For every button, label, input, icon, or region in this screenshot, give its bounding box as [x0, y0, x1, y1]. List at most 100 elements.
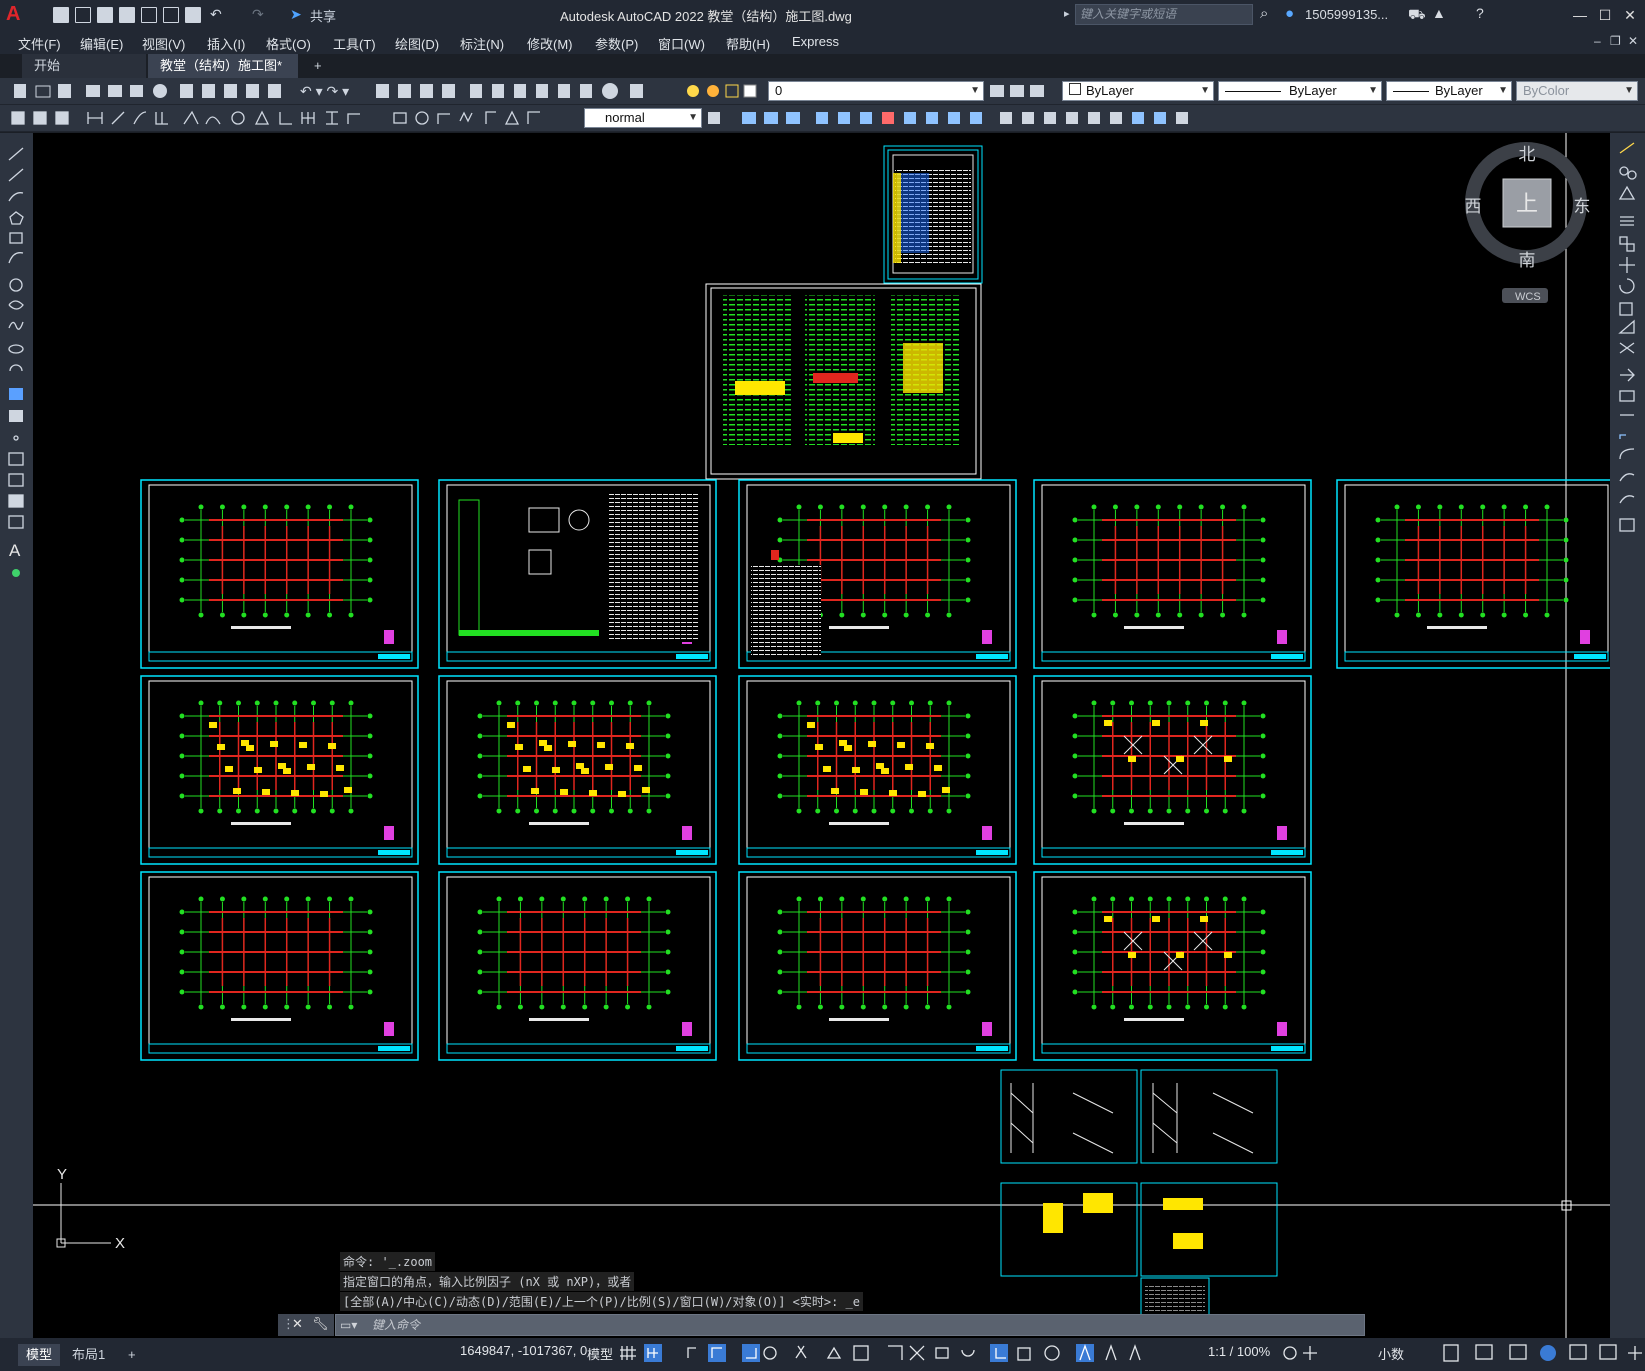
autodesk-a360-icon[interactable]: ▲	[1432, 5, 1446, 21]
standard-toolbar-icons[interactable]: ↶ ▾ ↷ ▾	[8, 82, 668, 100]
chevron-down-icon: ▼	[970, 85, 980, 96]
ucs-y-label: Y	[57, 1166, 67, 1183]
status-right-icons[interactable]	[1440, 1342, 1645, 1364]
menu-express[interactable]: Express	[792, 34, 839, 49]
dimension-toolbar-icons[interactable]	[8, 109, 578, 127]
lineweight-dropdown[interactable]: ByLayer ▼	[1386, 81, 1512, 101]
close-icon[interactable]: ✕	[1618, 4, 1642, 26]
tab-model[interactable]: 模型	[18, 1344, 61, 1366]
user-name[interactable]: 1505999135...	[1305, 7, 1388, 22]
modify-tool-icons[interactable]	[1610, 133, 1645, 533]
customize-wrench-icon[interactable]: 🔧︎	[312, 1316, 329, 1332]
plotstyle-dropdown[interactable]: ByColor ▼	[1516, 81, 1638, 101]
doc-close-icon[interactable]: ✕	[1628, 34, 1638, 48]
command-input[interactable]: 键入命令	[335, 1314, 1365, 1336]
menu-tools[interactable]: 工具(T)	[333, 34, 376, 53]
color-dropdown[interactable]: ByLayer ▼	[1062, 81, 1214, 101]
drawing-canvas[interactable]: 上 北 南 东 西 WCS Y X	[33, 133, 1610, 1338]
sheet-stair-details	[1000, 1069, 1278, 1327]
command-history-line: 指定窗口的角点，输入比例因子 (nX 或 nXP)，或者	[340, 1272, 635, 1291]
units-readout[interactable]: 小数	[1378, 1344, 1404, 1363]
menu-window[interactable]: 窗口(W)	[658, 34, 705, 53]
tab-layout1[interactable]: 布局1	[64, 1344, 113, 1366]
menu-file[interactable]: 文件(F)	[18, 34, 61, 53]
window-title: Autodesk AutoCAD 2022 教堂（结构）施工图.dwg	[560, 9, 852, 24]
status-toggle-icons[interactable]	[618, 1342, 1228, 1364]
drawing-sheet	[738, 479, 1017, 669]
modify-toolbar-icons[interactable]	[706, 109, 1216, 127]
open-file-icon[interactable]	[74, 6, 92, 24]
layer-dropdown[interactable]: 0 ▼	[768, 81, 984, 101]
undo-icon[interactable]: ↶	[210, 6, 228, 24]
menu-insert[interactable]: 插入(I)	[207, 34, 245, 53]
menu-draw[interactable]: 绘图(D)	[395, 34, 439, 53]
dimstyle-value: normal	[605, 110, 645, 125]
search-icon[interactable]: ⌕	[1260, 5, 1268, 22]
menu-dimension[interactable]: 标注(N)	[460, 34, 504, 53]
chevron-down-icon: ▼	[1200, 85, 1210, 96]
viewcube-east: 东	[1574, 197, 1591, 216]
layer-state-icons[interactable]	[686, 82, 766, 100]
save-as-icon[interactable]	[118, 6, 136, 24]
menu-parametric[interactable]: 参数(P)	[595, 34, 638, 53]
share-label[interactable]: 共享	[310, 6, 336, 25]
cart-icon[interactable]: ⛟	[1408, 6, 1426, 25]
drawing-sheet	[1033, 479, 1312, 669]
tab-document[interactable]: 教堂（结构）施工图* ×	[148, 54, 298, 97]
doc-minimize-icon[interactable]: –	[1594, 34, 1601, 48]
layer-value: 0	[775, 83, 783, 98]
menu-view[interactable]: 视图(V)	[142, 34, 185, 53]
menu-format[interactable]: 格式(O)	[266, 34, 311, 53]
title-bar: A ↶ ↷ ➤ 共享 Autodesk AutoCAD 2022 教堂（结构）施…	[0, 0, 1645, 30]
menu-edit[interactable]: 编辑(E)	[80, 34, 123, 53]
doc-restore-icon[interactable]: ❐	[1610, 34, 1621, 48]
open-from-web-icon[interactable]	[140, 6, 158, 24]
search-input[interactable]: 键入关键字或短语	[1075, 4, 1253, 25]
add-layout-button[interactable]: +	[120, 1344, 144, 1366]
command-prompt-icon[interactable]: ▭▾	[340, 1318, 357, 1332]
drawing-sheet	[1033, 871, 1312, 1061]
model-space-drawing[interactable]: 上 北 南 东 西 WCS Y X	[33, 133, 1610, 1338]
minimize-icon[interactable]: —	[1568, 4, 1592, 26]
add-tab-button[interactable]: +	[308, 54, 332, 78]
coordinate-readout[interactable]: 1649847, -1017367, 0	[460, 1343, 587, 1358]
save-to-web-icon[interactable]	[162, 6, 180, 24]
close-command-line-icon[interactable]: ✕	[292, 1316, 303, 1332]
drawing-sheet	[438, 675, 717, 865]
user-icon[interactable]: ●	[1285, 5, 1294, 22]
workspace-icons[interactable]	[1280, 1342, 1360, 1364]
draw-tool-icons[interactable]: A	[0, 133, 33, 593]
sheet-drawing-index	[883, 145, 983, 284]
annotation-scale[interactable]: 1:1 / 100%	[1208, 1344, 1270, 1359]
dimension-toolbar: normal ▼	[0, 105, 1645, 132]
chevron-down-icon: ▼	[1624, 85, 1634, 96]
redo-icon[interactable]: ↷	[252, 6, 270, 24]
chevron-right-icon[interactable]: ▸	[1064, 7, 1070, 20]
viewcube: 上 北 南 东 西 WCS	[1465, 142, 1591, 303]
share-icon[interactable]: ➤	[290, 6, 308, 24]
tab-start[interactable]: 开始	[22, 54, 146, 78]
svg-text:↶ ▾ ↷ ▾: ↶ ▾ ↷ ▾	[300, 83, 349, 99]
help-icon[interactable]: ?	[1476, 5, 1484, 21]
menu-modify[interactable]: 修改(M)	[527, 34, 573, 53]
drawing-sheet	[140, 479, 419, 669]
menu-help[interactable]: 帮助(H)	[726, 34, 770, 53]
command-history-line: 命令: '_.zoom	[340, 1252, 436, 1271]
plot-icon[interactable]	[184, 6, 202, 24]
model-space-toggle[interactable]: 模型	[587, 1344, 613, 1363]
autocad-logo-icon[interactable]: A	[6, 3, 32, 27]
viewcube-top: 上	[1516, 191, 1538, 216]
drawing-sheet	[1336, 479, 1610, 669]
drawing-sheet	[140, 675, 419, 865]
layer-tool-icons[interactable]	[988, 82, 1050, 100]
new-file-icon[interactable]	[52, 6, 70, 24]
linetype-dropdown[interactable]: ByLayer ▼	[1218, 81, 1382, 101]
tab-document-label: 教堂（结构）施工图*	[160, 58, 283, 73]
save-icon[interactable]	[96, 6, 114, 24]
file-tab-bar: 开始 教堂（结构）施工图* × +	[0, 54, 1645, 97]
lineweight-sample	[1393, 91, 1429, 93]
modify-toolbar	[1610, 133, 1645, 1338]
color-swatch-icon	[1069, 83, 1081, 95]
maximize-icon[interactable]: ☐	[1593, 4, 1617, 26]
dimstyle-dropdown[interactable]: normal ▼	[584, 108, 702, 128]
